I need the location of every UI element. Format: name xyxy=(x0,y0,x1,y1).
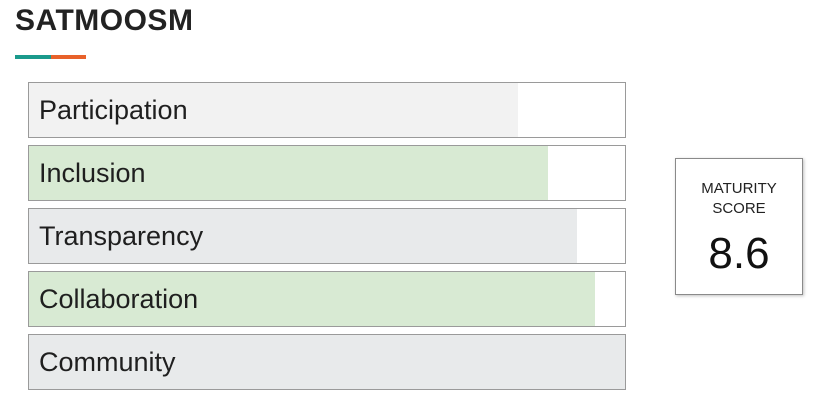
page-title: SATMOOSM xyxy=(15,4,194,37)
bar-collaboration: Collaboration xyxy=(28,271,626,327)
maturity-score-label: MATURITY SCORE xyxy=(676,179,802,219)
bar-label: Participation xyxy=(39,95,188,125)
bar-inclusion: Inclusion xyxy=(28,145,626,201)
bar-transparency: Transparency xyxy=(28,208,626,264)
bar-label: Inclusion xyxy=(39,158,146,188)
dashboard-page: SATMOOSM Participation Inclusion Transpa… xyxy=(0,0,814,406)
bar-participation: Participation xyxy=(28,82,626,138)
maturity-score-value: 8.6 xyxy=(708,229,770,278)
score-label-line2: SCORE xyxy=(712,200,766,217)
score-label-line1: MATURITY xyxy=(701,180,777,197)
underline-teal-segment xyxy=(15,55,51,59)
bar-label: Collaboration xyxy=(39,284,199,314)
bar-community: Community xyxy=(28,334,626,390)
maturity-score-card: MATURITY SCORE 8.6 xyxy=(675,158,803,295)
maturity-bars: Participation Inclusion Transparency Col… xyxy=(28,82,628,397)
title-underline xyxy=(15,55,86,59)
underline-orange-segment xyxy=(51,55,86,59)
bar-label: Community xyxy=(39,347,176,377)
bar-label: Transparency xyxy=(39,221,204,251)
